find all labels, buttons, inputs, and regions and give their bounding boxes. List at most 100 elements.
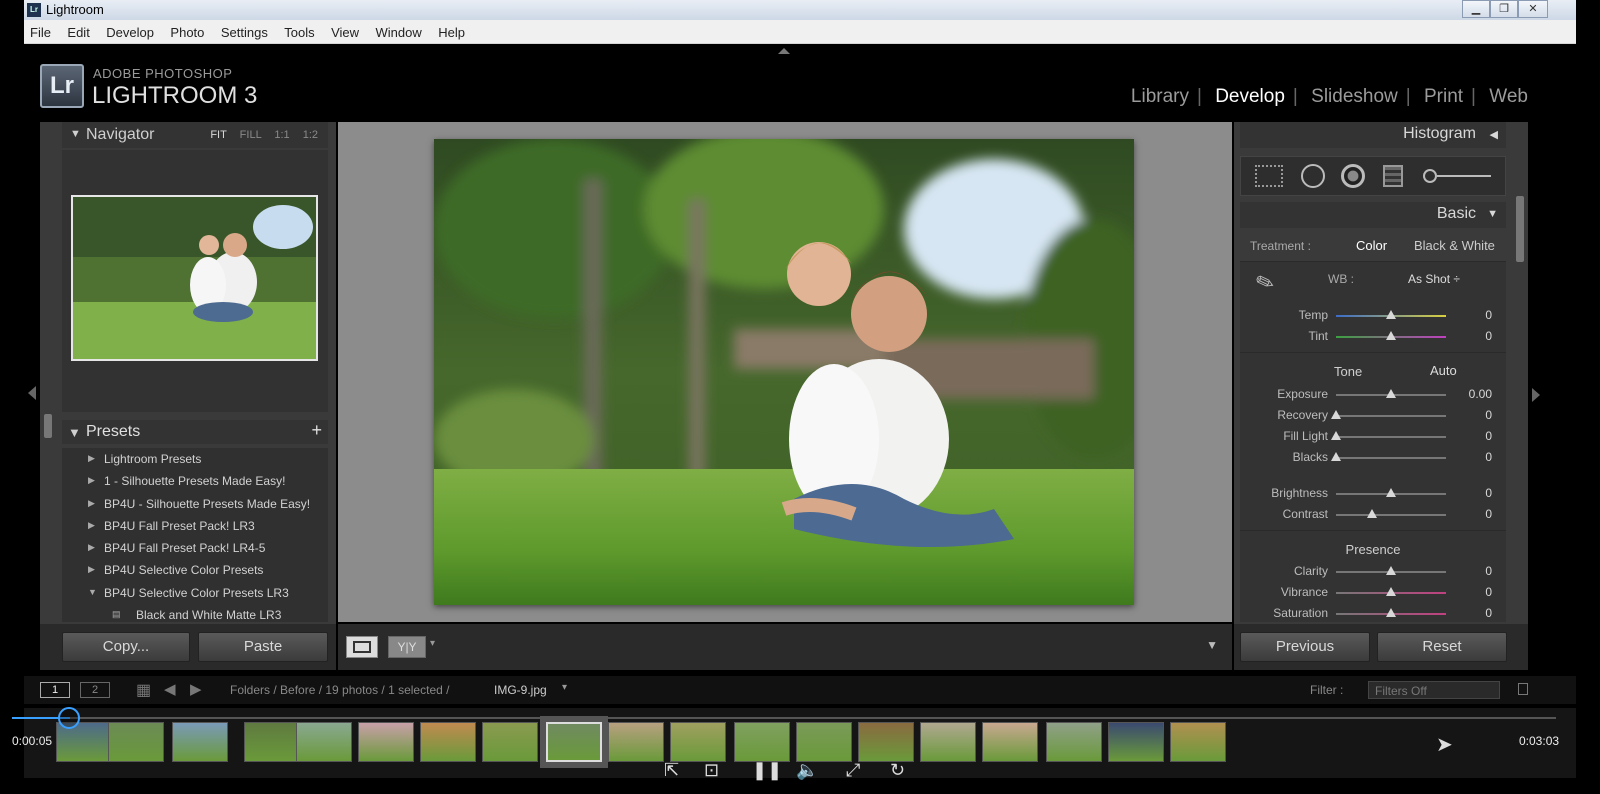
slider-knob[interactable]: [1386, 587, 1396, 596]
slider-track[interactable]: [1336, 436, 1446, 438]
filmstrip-thumbnail[interactable]: [858, 722, 914, 762]
expand-arrow-icon[interactable]: ▶: [88, 564, 95, 575]
expand-arrow-icon[interactable]: ▶: [88, 453, 95, 464]
menu-help[interactable]: Help: [432, 20, 471, 40]
graduated-filter-icon[interactable]: [1383, 165, 1403, 187]
filmstrip-thumbnail[interactable]: [982, 722, 1038, 762]
tone-auto-button[interactable]: Auto: [1430, 363, 1457, 378]
filter-select[interactable]: Filters Off: [1368, 681, 1500, 699]
menu-tools[interactable]: Tools: [278, 20, 320, 40]
slider-track[interactable]: [1336, 457, 1446, 459]
collapse-triangle-icon[interactable]: ▼: [68, 425, 81, 440]
preset-folder-expanded[interactable]: ▼ BP4U Selective Color Presets LR3: [62, 582, 328, 604]
preset-folder[interactable]: ▶ 1 - Silhouette Presets Made Easy!: [62, 470, 328, 492]
menu-photo[interactable]: Photo: [164, 20, 210, 40]
preset-folder[interactable]: ▶ Lightroom Presets: [62, 448, 328, 470]
filmstrip-thumbnail[interactable]: [358, 722, 414, 762]
menu-window[interactable]: Window: [370, 20, 428, 40]
slider-track[interactable]: [1336, 514, 1446, 516]
right-panel-toggle-icon[interactable]: [1532, 388, 1540, 402]
collapse-triangle-icon[interactable]: ▼: [70, 128, 81, 140]
menu-file[interactable]: File: [24, 20, 57, 40]
collapse-triangle-icon[interactable]: ◀: [1490, 128, 1498, 141]
volume-icon[interactable]: 🔈: [796, 760, 818, 781]
slider-knob[interactable]: [1386, 566, 1396, 575]
slider-knob[interactable]: [1386, 389, 1396, 398]
main-photo[interactable]: [434, 139, 1134, 605]
filmstrip-thumbnail[interactable]: [108, 722, 164, 762]
previous-button[interactable]: Previous: [1240, 632, 1370, 662]
forward-arrow-icon[interactable]: ▶: [190, 680, 202, 698]
expand-arrow-icon[interactable]: ▶: [88, 498, 95, 509]
preset-folder[interactable]: ▶ BP4U Fall Preset Pack! LR4-5: [62, 537, 328, 559]
compare-dropdown-icon[interactable]: ▾: [430, 638, 435, 649]
slider-knob[interactable]: [1386, 608, 1396, 617]
module-slideshow[interactable]: Slideshow: [1311, 86, 1398, 107]
slider-knob[interactable]: [1386, 331, 1396, 340]
menu-settings[interactable]: Settings: [215, 20, 274, 40]
preset-item[interactable]: ▤ Black and White Matte LR3: [62, 604, 328, 622]
slider-knob[interactable]: [1386, 310, 1396, 319]
slider-knob[interactable]: [1331, 431, 1341, 440]
treatment-color[interactable]: Color: [1356, 238, 1387, 253]
slider-knob[interactable]: [1386, 488, 1396, 497]
filmstrip-thumbnail[interactable]: [420, 722, 476, 762]
crop-overlay-icon[interactable]: [1255, 165, 1283, 187]
spot-removal-icon[interactable]: [1301, 164, 1325, 188]
breadcrumb-path[interactable]: Folders / Before / 19 photos / 1 selecte…: [230, 683, 449, 697]
filmstrip-thumbnail[interactable]: [670, 722, 726, 762]
treatment-bw[interactable]: Black & White: [1414, 238, 1495, 253]
top-panel-toggle-icon[interactable]: [778, 48, 790, 54]
expand-arrow-icon[interactable]: ▶: [88, 542, 95, 553]
module-library[interactable]: Library: [1131, 86, 1189, 107]
navigator-header[interactable]: ▼ Navigator FIT FILL 1:1 1:2: [62, 122, 328, 148]
collapse-arrow-icon[interactable]: ▼: [88, 587, 97, 597]
slider-knob[interactable]: [1331, 410, 1341, 419]
collapse-triangle-icon[interactable]: ▼: [1487, 208, 1498, 220]
grid-view-icon[interactable]: ▦: [136, 680, 151, 700]
filmstrip-thumbnail[interactable]: [244, 722, 300, 762]
share-icon[interactable]: ⇱: [664, 760, 679, 781]
left-scrollbar-thumb[interactable]: [44, 414, 52, 438]
filmstrip-thumbnail[interactable]: [546, 722, 602, 762]
video-progress-knob[interactable]: [58, 707, 80, 729]
menu-edit[interactable]: Edit: [61, 20, 95, 40]
red-eye-icon[interactable]: [1341, 164, 1365, 188]
add-preset-icon[interactable]: +: [311, 420, 322, 441]
fit-screen-icon[interactable]: ⊡: [704, 760, 719, 781]
filter-lock-icon[interactable]: [1518, 683, 1528, 695]
replay-icon[interactable]: ↻: [890, 760, 905, 781]
filmstrip-thumbnail[interactable]: [1046, 722, 1102, 762]
module-web[interactable]: Web: [1489, 86, 1528, 107]
filmstrip-thumbnail[interactable]: [296, 722, 352, 762]
loupe-view-button[interactable]: [346, 636, 378, 658]
navigator-thumbnail[interactable]: [71, 195, 318, 361]
toolbar-menu-icon[interactable]: ▼: [1206, 638, 1218, 652]
white-balance-eyedropper-icon[interactable]: ✎: [1252, 268, 1278, 299]
close-icon[interactable]: ✕: [1518, 0, 1548, 18]
preset-folder[interactable]: ▶ BP4U Selective Color Presets: [62, 559, 328, 581]
basic-header[interactable]: Basic ▼: [1240, 202, 1506, 228]
filmstrip-thumbnail[interactable]: [482, 722, 538, 762]
filmstrip-thumbnail[interactable]: [734, 722, 790, 762]
zoom-1-2[interactable]: 1:2: [303, 129, 318, 141]
histogram-header[interactable]: Histogram ◀: [1240, 122, 1506, 148]
menu-view[interactable]: View: [325, 20, 365, 40]
filmstrip-thumbnail[interactable]: [1170, 722, 1226, 762]
slider-knob[interactable]: [1331, 452, 1341, 461]
video-progress-track[interactable]: [12, 717, 1556, 719]
filmstrip-thumbnail[interactable]: [1108, 722, 1164, 762]
back-arrow-icon[interactable]: ◀: [164, 680, 176, 698]
current-filename[interactable]: IMG-9.jpg: [494, 683, 547, 697]
expand-arrow-icon[interactable]: ▶: [88, 520, 95, 531]
filmstrip-thumbnail[interactable]: [920, 722, 976, 762]
wb-select[interactable]: As Shot ÷: [1408, 272, 1460, 286]
module-develop[interactable]: Develop: [1215, 86, 1285, 107]
preset-folder[interactable]: ▶ BP4U - Silhouette Presets Made Easy!: [62, 493, 328, 515]
fullscreen-icon[interactable]: ⤢: [846, 760, 860, 781]
zoom-fill[interactable]: FILL: [240, 129, 262, 141]
window-2-button[interactable]: 2: [80, 682, 110, 698]
maximize-icon[interactable]: ❐: [1490, 0, 1518, 18]
right-scrollbar-thumb[interactable]: [1516, 196, 1524, 262]
filmstrip-thumbnail[interactable]: [608, 722, 664, 762]
